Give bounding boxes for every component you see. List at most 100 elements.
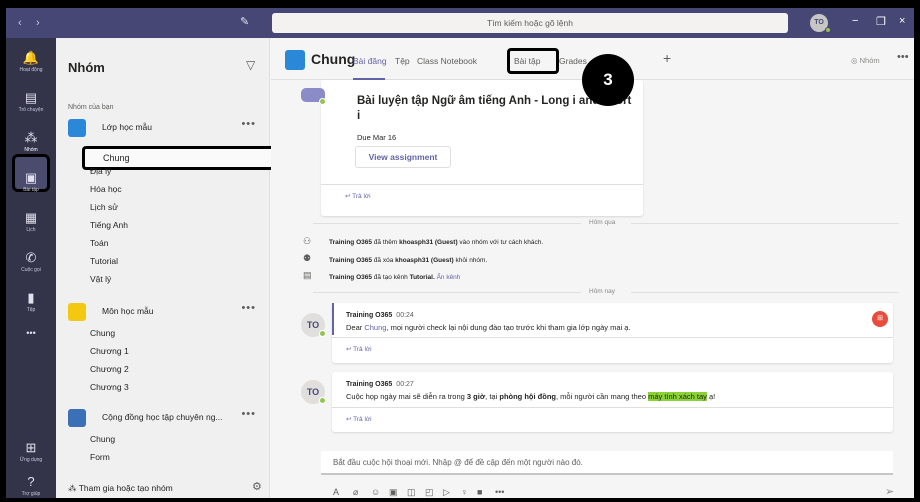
divider: [631, 292, 899, 293]
channel-item[interactable]: Chương 1: [90, 346, 129, 356]
more-options-icon[interactable]: •••: [241, 302, 256, 314]
system-actor: Training O365: [329, 274, 372, 281]
more-options-icon[interactable]: •••: [241, 408, 256, 420]
channel-item[interactable]: Tutorial: [90, 256, 118, 266]
team-button[interactable]: ◎ Nhóm: [851, 56, 880, 65]
attach-icon[interactable]: ⌀: [353, 487, 358, 498]
channel-item[interactable]: Hóa học: [90, 184, 122, 194]
channel-logo: [285, 50, 305, 70]
sticker-icon[interactable]: ◫: [407, 487, 416, 498]
rail-item-help[interactable]: ? Trợ giúp: [6, 470, 56, 498]
app-badge-icon[interactable]: ⊞: [872, 311, 888, 327]
channel-item[interactable]: Tiếng Anh: [90, 220, 128, 230]
system-text: đã xóa: [372, 257, 396, 264]
gear-icon[interactable]: ⚙: [252, 480, 262, 493]
channel-item[interactable]: Form: [90, 452, 110, 462]
channel-item[interactable]: Chung: [90, 328, 115, 338]
video-icon[interactable]: ■: [477, 487, 482, 497]
system-actor: Training O365: [329, 239, 372, 246]
message-text: , tại: [485, 392, 500, 401]
bell-icon: 🔔: [22, 50, 40, 65]
reply-link[interactable]: ↩ Trả lời: [346, 345, 372, 353]
teams-window: ‹ › ✎ Tìm kiếm hoặc gõ lệnh TO − ❐ × 🔔 Ho…: [6, 8, 914, 498]
team-item[interactable]: Môn học mẫu •••: [68, 302, 264, 322]
rail-item-activity[interactable]: 🔔 Hoạt động: [6, 46, 56, 86]
message-text: Dear: [346, 323, 365, 332]
format-icon[interactable]: A: [333, 487, 339, 497]
praise-icon[interactable]: ♀: [461, 487, 468, 497]
filter-icon[interactable]: ▽: [246, 58, 255, 72]
back-icon[interactable]: ‹: [18, 17, 22, 29]
system-actor: Training O365: [329, 257, 372, 264]
reply-label: Trả lời: [353, 346, 372, 353]
tab-files[interactable]: Tệp: [395, 56, 410, 66]
divider: [313, 223, 581, 224]
message-text: , mọi người check lại nội dung đào tạo t…: [386, 323, 631, 332]
compose-input[interactable]: Bắt đầu cuộc hội thoại mới. Nhập @ để đề…: [321, 451, 893, 475]
channel-item[interactable]: Địa lý: [90, 166, 111, 176]
more-options-icon[interactable]: •••: [495, 487, 504, 497]
compose-icon[interactable]: ✎: [240, 15, 249, 28]
close-icon[interactable]: ×: [899, 15, 905, 27]
divider: [332, 337, 893, 338]
maximize-icon[interactable]: ❐: [876, 15, 886, 28]
view-assignment-button[interactable]: View assignment: [355, 146, 451, 168]
more-options-icon[interactable]: •••: [241, 118, 256, 130]
callout-3: 3: [582, 54, 634, 106]
tab-posts[interactable]: Bài đăng: [353, 56, 387, 66]
channel-item-active[interactable]: Chung: [82, 146, 278, 170]
team-item[interactable]: Lớp học mẫu •••: [68, 118, 264, 138]
assignment-due: Due Mar 16: [357, 133, 397, 142]
message-text: Cuộc họp ngày mai sẽ diễn ra trong: [346, 392, 467, 401]
tab-class-notebook[interactable]: Class Notebook: [417, 56, 477, 66]
channel-item[interactable]: Toán: [90, 238, 108, 248]
file-icon: ▮: [27, 290, 35, 305]
channel-main: Chung Bài đăng Tệp Class Notebook Bài tậ…: [271, 38, 914, 498]
reply-link[interactable]: ↩ Trả lời: [346, 415, 372, 423]
hide-channel-link[interactable]: Ẩn kênh: [437, 274, 461, 281]
stream-icon[interactable]: ▷: [443, 487, 450, 498]
team-name: Cộng đồng học tập chuyên ng...: [102, 412, 223, 422]
rail-item-teams[interactable]: ⁂ Nhóm: [6, 126, 56, 166]
status-indicator: [825, 27, 831, 33]
mention-link[interactable]: Chung: [364, 323, 386, 332]
channel-item[interactable]: Lịch sử: [90, 202, 118, 212]
divider: [332, 407, 893, 408]
reply-label: Trả lời: [353, 416, 372, 423]
date-separator: Hôm qua: [589, 219, 616, 226]
chat-icon: ▤: [24, 90, 38, 105]
rail-item-more[interactable]: •••: [6, 322, 56, 362]
message-card: [332, 303, 893, 363]
send-icon[interactable]: ➢: [885, 485, 894, 498]
message-body: Cuộc họp ngày mai sẽ diễn ra trong 3 giờ…: [346, 392, 715, 401]
more-icon: •••: [26, 328, 36, 338]
join-create-team[interactable]: ⁂ Tham gia hoặc tạo nhóm: [68, 483, 173, 494]
rail-item-assignments[interactable]: ▣ Bài tập: [6, 166, 56, 206]
rail-item-files[interactable]: ▮ Tệp: [6, 286, 56, 326]
add-tab-icon[interactable]: +: [663, 50, 671, 66]
rail-item-calls[interactable]: ✆ Cuộc gọi: [6, 246, 56, 286]
forward-icon[interactable]: ›: [36, 17, 40, 29]
system-text: khỏi nhóm.: [453, 257, 488, 264]
message-highlight: máy tính xách tay: [648, 392, 707, 401]
channel-item[interactable]: Chung: [90, 434, 115, 444]
system-text: đã thêm: [372, 239, 400, 246]
message-bold: phòng hội đồng: [499, 392, 557, 401]
system-message: Training O365 đã tạo kênh Tutorial. Ẩn k…: [329, 274, 460, 281]
reply-link[interactable]: ↩ Trả lời: [345, 192, 371, 200]
minimize-icon[interactable]: −: [852, 15, 858, 27]
channel-item[interactable]: Vật lý: [90, 274, 111, 284]
channel-item[interactable]: Chương 3: [90, 382, 129, 392]
team-avatar: [68, 303, 86, 321]
team-item[interactable]: Cộng đồng học tập chuyên ng... •••: [68, 408, 264, 428]
tab-grades[interactable]: Grades: [559, 56, 587, 66]
message-header: Training O365 00:24: [346, 312, 414, 319]
meet-icon[interactable]: ◰: [425, 487, 434, 498]
gif-icon[interactable]: ▣: [389, 487, 398, 498]
rail-item-chat[interactable]: ▤ Trò chuyện: [6, 86, 56, 126]
channel-item[interactable]: Chương 2: [90, 364, 129, 374]
search-input[interactable]: Tìm kiếm hoặc gõ lệnh: [272, 13, 788, 33]
rail-item-calendar[interactable]: ▦ Lịch: [6, 206, 56, 246]
more-options-icon[interactable]: •••: [897, 51, 909, 63]
emoji-icon[interactable]: ☺: [371, 487, 380, 497]
